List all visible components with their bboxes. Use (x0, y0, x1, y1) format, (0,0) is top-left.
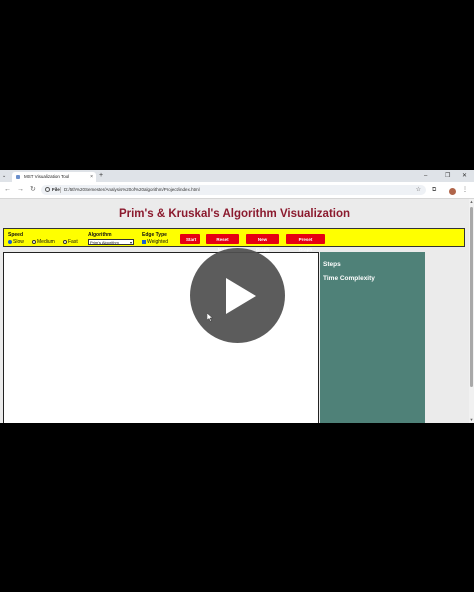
reset-mst-button[interactable]: Reset MST (206, 234, 239, 252)
back-icon[interactable]: ← (4, 185, 11, 195)
checkbox-icon[interactable] (142, 239, 146, 244)
new-tab-button[interactable]: + (99, 171, 103, 181)
tab-bar: ⌄ MST Visualization Tool × + – ❐ ✕ (0, 170, 474, 182)
algorithm-select[interactable]: Prim's Algorithm ▾ (88, 239, 134, 245)
speed-label: Speed (8, 232, 24, 238)
browser-toolbar: ← → ↻ File D:/5th%20Semester/Analysis%20… (0, 182, 474, 199)
new-graph-button[interactable]: New Graph (246, 234, 279, 252)
speed-option-fast[interactable]: Fast (63, 239, 78, 245)
edge-type-label: Edge Type (142, 232, 167, 238)
file-scheme-chip: File (52, 187, 60, 192)
weighted-checkbox[interactable]: Weighted (142, 239, 168, 245)
chevron-down-icon: ▾ (129, 240, 132, 245)
play-icon (226, 278, 256, 314)
tab-title: MST Visualization Tool (24, 174, 70, 179)
speed-option-slow[interactable]: Slow (8, 239, 24, 245)
steps-heading: Steps (323, 261, 341, 268)
page-title: Prim's & Kruskal's Algorithm Visualizati… (118, 208, 351, 220)
video-play-button[interactable] (190, 248, 285, 343)
extensions-icon[interactable]: ⧉ (432, 185, 436, 195)
minimize-icon[interactable]: – (424, 171, 427, 181)
page-scrollbar[interactable]: ▲ ▼ (469, 199, 474, 423)
time-complexity-heading: Time Complexity (323, 275, 375, 282)
controls-bar: Speed Slow Medium Fast Algorithm Prim's … (3, 228, 465, 252)
reload-icon[interactable]: ↻ (30, 185, 36, 195)
info-sidebar: Steps Time Complexity (320, 252, 425, 423)
scroll-thumb[interactable] (470, 207, 473, 387)
site-info-icon[interactable] (45, 187, 50, 192)
profile-avatar[interactable] (449, 188, 456, 195)
start-button[interactable]: Start (180, 234, 200, 244)
scroll-up-icon[interactable]: ▲ (469, 199, 474, 204)
menu-kebab-icon[interactable]: ⋮ (462, 185, 468, 195)
tab-close-icon[interactable]: × (90, 172, 93, 182)
url-text[interactable]: D:/5th%20Semester/Analysis%20of%20algori… (64, 185, 200, 195)
bookmark-star-icon[interactable]: ☆ (416, 185, 421, 195)
mouse-cursor-icon (207, 313, 213, 322)
close-window-icon[interactable]: ✕ (462, 171, 467, 181)
radio-icon[interactable] (63, 239, 67, 244)
favicon-icon (16, 175, 20, 179)
scroll-down-icon[interactable]: ▼ (469, 417, 474, 422)
tab-mst-visualization[interactable]: MST Visualization Tool × (12, 172, 96, 182)
address-divider (60, 187, 61, 193)
radio-icon[interactable] (8, 239, 12, 244)
address-bar[interactable]: File D:/5th%20Semester/Analysis%20of%20a… (41, 185, 426, 195)
preset-graph-button[interactable]: Preset Graph (286, 234, 325, 252)
algorithm-selected-value: Prim's Algorithm (90, 240, 119, 245)
radio-icon[interactable] (32, 239, 36, 244)
speed-option-medium[interactable]: Medium (32, 239, 55, 245)
algorithm-label: Algorithm (88, 232, 112, 238)
tab-list-button[interactable]: ⌄ (2, 172, 6, 180)
maximize-icon[interactable]: ❐ (445, 171, 450, 181)
forward-icon[interactable]: → (17, 185, 24, 195)
